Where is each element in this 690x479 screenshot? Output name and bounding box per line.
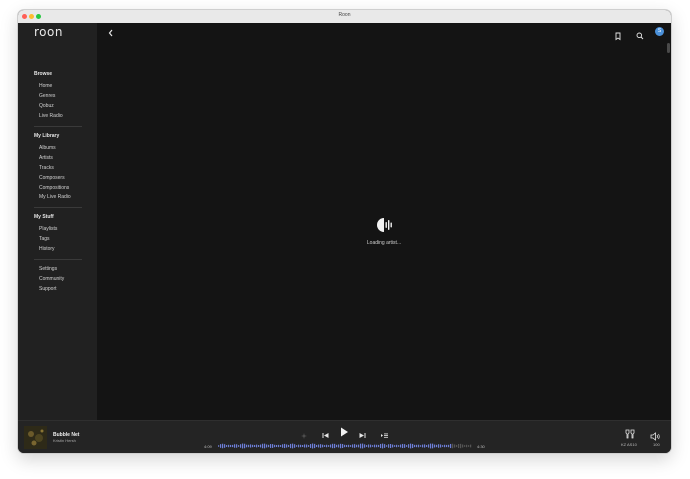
section-library-title: My Library (34, 133, 60, 139)
sidebar-item-support[interactable]: Support (39, 286, 57, 292)
volume-icon (650, 432, 660, 441)
section-stuff-title: My Stuff (34, 214, 54, 220)
previous-icon (322, 433, 329, 438)
search-button[interactable] (635, 28, 645, 40)
sidebar-item-artists[interactable]: Artists (39, 155, 53, 161)
sidebar-item-live-radio[interactable]: Live Radio (39, 113, 63, 119)
bookmark-icon (615, 32, 621, 41)
sidebar-item-albums[interactable]: Albums (39, 145, 56, 151)
sidebar-item-community[interactable]: Community (39, 276, 64, 282)
search-icon (636, 32, 644, 40)
next-icon (359, 433, 366, 438)
sidebar-divider (34, 126, 82, 127)
sidebar-item-my-live-radio[interactable]: My Live Radio (39, 194, 71, 200)
app-window: Roon roon Browse Home Genres Qobuz Live … (18, 10, 671, 453)
sidebar-item-composers[interactable]: Composers (39, 175, 65, 181)
section-browse-title: Browse (34, 71, 53, 77)
sidebar: roon Browse Home Genres Qobuz Live Radio… (18, 23, 97, 420)
zone-name[interactable]: KZ AS10 (621, 442, 637, 447)
main-content: S Loading artist... (97, 23, 671, 420)
play-icon (341, 427, 348, 437)
scrollbar[interactable] (667, 43, 670, 53)
radio-icon (301, 433, 307, 439)
sidebar-divider (34, 259, 82, 260)
zone-speaker-icon (625, 429, 635, 439)
loading-status-text: Loading artist... (366, 240, 402, 246)
track-duration: 4:30 (477, 444, 485, 449)
sidebar-divider (34, 207, 82, 208)
play-button[interactable] (338, 425, 350, 443)
sidebar-item-settings[interactable]: Settings (39, 266, 57, 272)
sidebar-item-compositions[interactable]: Compositions (39, 185, 69, 191)
album-art[interactable] (24, 426, 47, 449)
player-bar: Bubble Net Kristin Hersh 4:09 4:30 KZ AS… (18, 420, 671, 453)
waveform-seekbar[interactable] (218, 443, 472, 449)
elapsed-time: 4:09 (204, 444, 212, 449)
sidebar-item-playlists[interactable]: Playlists (39, 226, 57, 232)
profile-avatar[interactable]: S (655, 27, 664, 36)
sidebar-item-tracks[interactable]: Tracks (39, 165, 54, 171)
back-icon (108, 29, 113, 37)
title-bar: Roon (18, 10, 671, 24)
sidebar-item-genres[interactable]: Genres (39, 93, 55, 99)
sidebar-item-home[interactable]: Home (39, 83, 52, 89)
sidebar-item-history[interactable]: History (39, 246, 55, 252)
roon-logo[interactable]: roon (34, 25, 63, 39)
volume-level: 100 (653, 442, 660, 447)
track-artist[interactable]: Kristin Hersh (53, 438, 76, 443)
sidebar-item-qobuz[interactable]: Qobuz (39, 103, 54, 109)
bookmark-button[interactable] (613, 28, 623, 41)
back-button[interactable] (106, 27, 116, 39)
loading-icon (376, 216, 394, 239)
sidebar-item-tags[interactable]: Tags (39, 236, 50, 242)
queue-icon (381, 433, 388, 438)
window-title: Roon (338, 12, 351, 18)
